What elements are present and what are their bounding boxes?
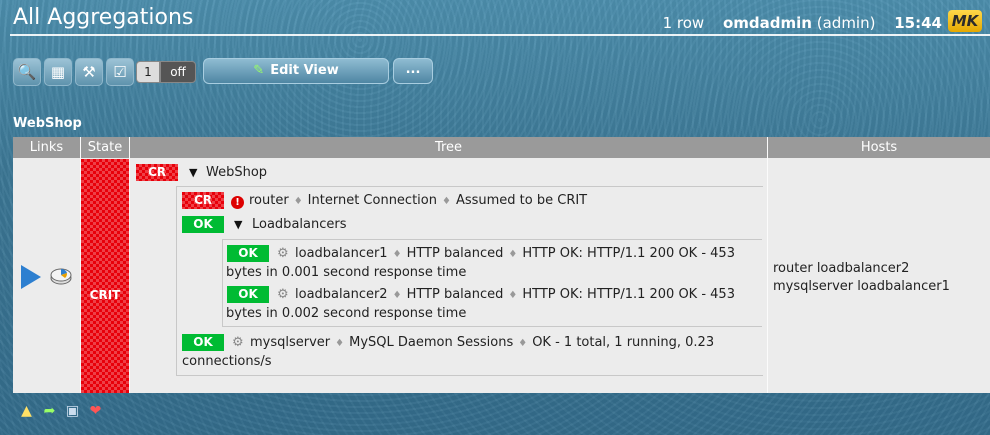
bookmark-icon[interactable]: ❤ [87, 403, 104, 420]
user-role: (admin) [816, 14, 876, 32]
header-status: 1 row omdadmin (admin) 15:44 [663, 14, 942, 32]
router-row: ! router ♦ Internet Connection ♦ Assumed to b… [231, 193, 587, 209]
hosts-line[interactable]: router loadbalancer2 [773, 260, 950, 278]
router-output: Assumed to be CRIT [455, 193, 588, 208]
aggregation-table: Links State Tree Hosts CRIT CR ▼ WebShop… [13, 137, 990, 393]
pencil-icon: ✎ [253, 63, 265, 78]
column-divider [767, 137, 768, 393]
mysql-host[interactable]: mysqlserver [250, 335, 330, 350]
save-icon[interactable]: ▣ [64, 403, 81, 420]
search-icon[interactable]: 🔍 [13, 58, 41, 86]
gear-icon[interactable]: ⚙ [277, 288, 290, 301]
mysql-service[interactable]: MySQL Daemon Sessions [349, 335, 513, 350]
diamond-separator-icon: ♦ [293, 196, 303, 207]
refresh-toggle[interactable]: 1 off [136, 61, 196, 83]
title-divider [10, 34, 990, 36]
lb1-state-badge: OK [227, 245, 269, 262]
lb2-state-badge: OK [227, 286, 269, 303]
router-service[interactable]: Internet Connection [308, 193, 437, 208]
collapse-icon[interactable]: ▼ [189, 166, 197, 179]
collapse-icon[interactable]: ▼ [234, 218, 242, 231]
row-count: 1 row [662, 14, 705, 32]
lb1-host[interactable]: loadbalancer1 [295, 246, 388, 261]
diamond-separator-icon: ♦ [518, 338, 528, 349]
hosts-cell: router loadbalancer2 mysqlserver loadbal… [773, 260, 950, 296]
error-icon[interactable]: ! [231, 196, 244, 209]
play-icon[interactable] [21, 265, 41, 289]
top-bar: All Aggregations 1 row omdadmin (admin) … [0, 0, 990, 36]
mysql-row: ⚙ mysqlserver ♦ MySQL Daemon Sessions ♦ OK - … [232, 335, 714, 350]
bi-aggregation-icon[interactable] [50, 265, 72, 285]
column-divider [129, 137, 130, 393]
header-state: State [81, 137, 129, 158]
export-icon[interactable]: ▲ [18, 403, 35, 420]
state-label: CRIT [89, 288, 121, 302]
toggle-state[interactable]: off [160, 61, 196, 83]
diamond-separator-icon: ♦ [441, 196, 451, 207]
edit-view-label: Edit View [270, 63, 339, 78]
diamond-separator-icon: ♦ [392, 249, 402, 260]
display-options-icon[interactable]: ▦ [44, 58, 72, 86]
toggle-value[interactable]: 1 [136, 61, 160, 83]
root-node-name[interactable]: WebShop [206, 165, 267, 180]
lb-group-state-badge: OK [182, 216, 224, 233]
mysql-state-badge: OK [182, 334, 224, 351]
lb-group-name[interactable]: Loadbalancers [252, 217, 347, 232]
mysql-output-1: OK - 1 total, 1 running, 0.23 [532, 335, 715, 350]
state-cell: CRIT [81, 159, 129, 393]
lb1-service[interactable]: HTTP balanced [407, 246, 504, 261]
lb2-host[interactable]: loadbalancer2 [295, 287, 388, 302]
gear-icon[interactable]: ⚙ [277, 247, 290, 260]
gear-icon[interactable]: ⚙ [232, 336, 245, 349]
header-tree: Tree [130, 137, 767, 158]
hammer-icon[interactable]: ⚒ [75, 58, 103, 86]
header-hosts: Hosts [768, 137, 990, 158]
username: omdadmin [722, 14, 812, 32]
share-icon[interactable]: ➦ [41, 403, 58, 420]
mysql-output-2: connections/s [182, 354, 272, 369]
lb2-output-2: bytes in 0.002 second response time [226, 306, 467, 321]
diamond-separator-icon: ♦ [508, 290, 518, 301]
lb2-output-1: HTTP OK: HTTP/1.1 200 OK - 453 [522, 287, 735, 302]
root-state-badge: CR [136, 164, 178, 181]
page-title: All Aggregations [13, 5, 194, 30]
router-host[interactable]: router [249, 193, 289, 208]
router-state-badge: CR [182, 192, 224, 209]
hosts-line[interactable]: mysqlserver loadbalancer1 [773, 278, 950, 296]
header-links: Links [13, 137, 80, 158]
lb1-output-1: HTTP OK: HTTP/1.1 200 OK - 453 [522, 246, 735, 261]
diamond-separator-icon: ♦ [508, 249, 518, 260]
clock: 15:44 [894, 14, 942, 32]
lb1-row: ⚙ loadbalancer1 ♦ HTTP balanced ♦ HTTP OK: HT… [277, 246, 735, 261]
lb2-row: ⚙ loadbalancer2 ♦ HTTP balanced ♦ HTTP OK: HT… [277, 287, 735, 302]
checkbox-icon[interactable]: ☑ [106, 58, 134, 86]
more-button[interactable]: ... [393, 58, 433, 84]
edit-view-button[interactable]: ✎ Edit View [203, 58, 389, 84]
group-title: WebShop [13, 116, 82, 131]
logo: MK [948, 10, 982, 32]
diamond-separator-icon: ♦ [392, 290, 402, 301]
lb1-output-2: bytes in 0.001 second response time [226, 265, 467, 280]
diamond-separator-icon: ♦ [335, 338, 345, 349]
lb2-service[interactable]: HTTP balanced [407, 287, 504, 302]
